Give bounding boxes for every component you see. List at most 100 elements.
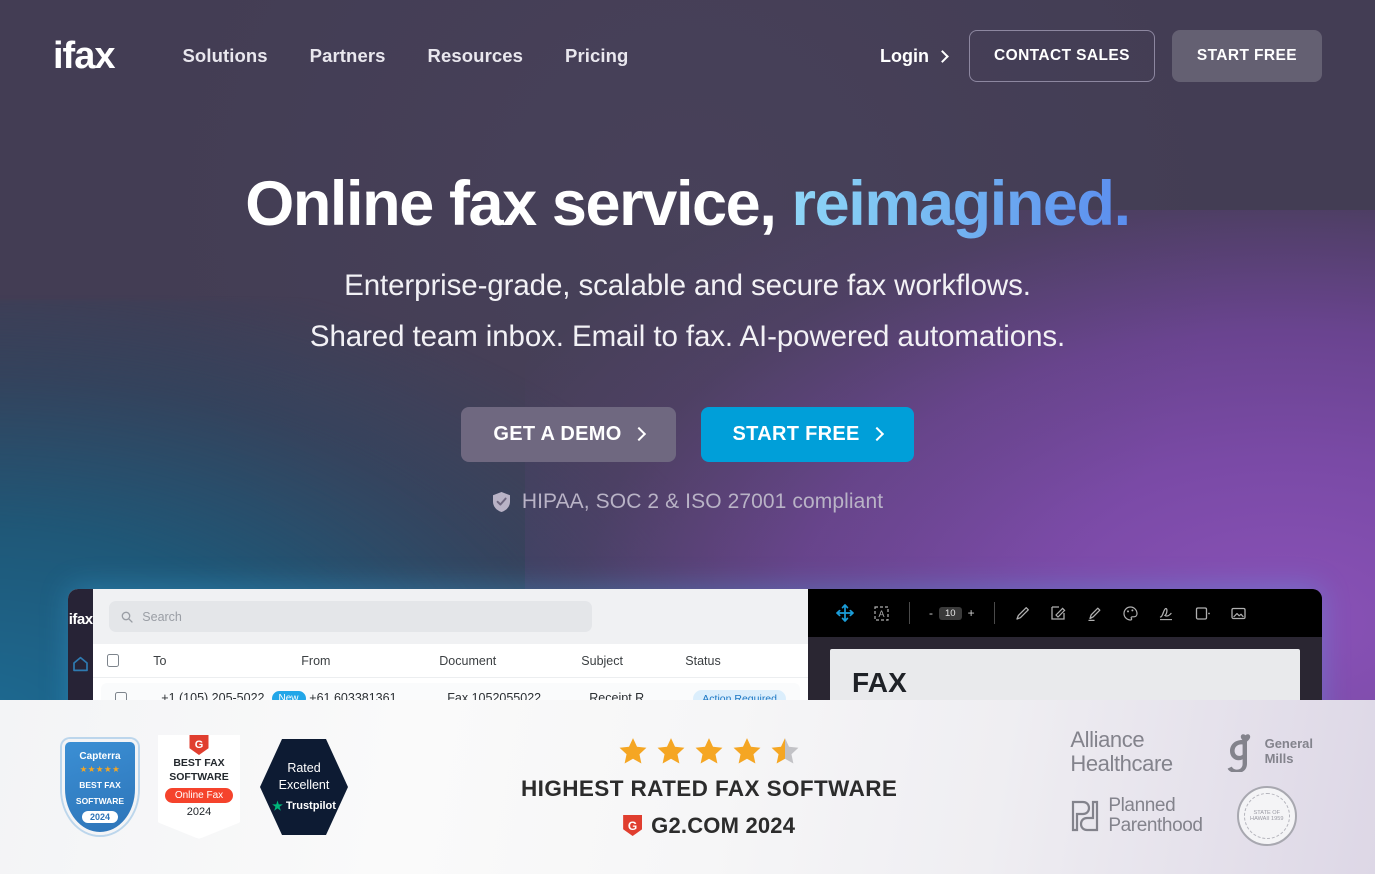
rating-source: G G2.COM 2024 [348, 813, 1070, 839]
home-icon[interactable] [72, 656, 89, 677]
trustpilot-line-1: Rated [287, 760, 321, 775]
general-mills-wordmark: General Mills [1264, 736, 1313, 767]
hero-cta-row: GET A DEMO START FREE [0, 406, 1375, 462]
star-rating [348, 736, 1070, 767]
fax-document-title: FAX [852, 667, 908, 698]
get-a-demo-button[interactable]: GET A DEMO [461, 406, 676, 462]
app-sidebar-logo: ifax [68, 611, 93, 628]
seal-text: STATE OF HAWAII 1959 [1250, 809, 1284, 823]
trustpilot-brand: ★ Trustpilot [272, 799, 336, 813]
chevron-right-icon [869, 426, 884, 442]
chevron-right-icon [936, 49, 949, 63]
annotate-tool-icon[interactable] [1050, 605, 1067, 622]
capterra-brand: Capterra [79, 751, 121, 762]
client-logo-general-mills: General Mills [1221, 732, 1313, 772]
trustpilot-star-icon: ★ [272, 799, 283, 814]
capterra-stars: ★★★★★ [79, 764, 121, 774]
g2-line-1: BEST FAX [173, 757, 225, 769]
client-logo-alliance-healthcare: Alliance Healthcare [1070, 726, 1202, 776]
nav-item-pricing[interactable]: Pricing [565, 45, 628, 67]
planned-parenthood-line-2: Parenthood [1108, 815, 1203, 837]
pen-tool-icon[interactable] [1014, 605, 1031, 622]
general-mills-line-2: Mills [1264, 751, 1294, 766]
search-icon [121, 611, 133, 623]
social-proof-bar: Capterra ★★★★★ BEST FAX SOFTWARE 2024 G … [0, 700, 1375, 874]
highlighter-tool-icon[interactable] [1086, 605, 1103, 622]
hero-sub-line-1: Enterprise-grade, scalable and secure fa… [344, 269, 1031, 303]
trustpilot-line-2: Excellent [278, 778, 330, 792]
svg-text:A: A [878, 609, 884, 619]
column-header-document[interactable]: Document [439, 654, 581, 668]
nav-item-partners[interactable]: Partners [310, 45, 386, 67]
zoom-control[interactable]: - 10 + [929, 606, 975, 620]
signature-tool-icon[interactable] [1158, 605, 1175, 622]
primary-navigation: Solutions Partners Resources Pricing [182, 45, 628, 67]
zoom-out-button[interactable]: - [929, 606, 933, 620]
shape-tool-icon[interactable] [1194, 605, 1211, 622]
column-header-from[interactable]: From [301, 654, 439, 668]
site-header: ifax Solutions Partners Resources Pricin… [0, 0, 1375, 112]
login-link[interactable]: Login [880, 46, 949, 67]
client-logos: Alliance Healthcare General Mills Planne… [1070, 726, 1313, 847]
ifax-logo[interactable]: ifax [53, 37, 115, 75]
client-logo-planned-parenthood: Planned Parenthood [1070, 795, 1203, 837]
start-free-header-button[interactable]: START FREE [1171, 30, 1322, 82]
zoom-level-value[interactable]: 10 [939, 606, 962, 620]
general-mills-line-1: General [1264, 736, 1313, 752]
nav-item-solutions[interactable]: Solutions [182, 45, 267, 67]
planned-parenthood-wordmark: Planned Parenthood [1108, 795, 1203, 837]
chevron-right-icon [631, 426, 646, 442]
image-tool-icon[interactable] [1230, 605, 1247, 622]
capterra-badge: Capterra ★★★★★ BEST FAX SOFTWARE 2024 [62, 739, 138, 835]
g2-line-2: SOFTWARE [169, 770, 229, 783]
table-header-row: To From Document Subject Status [93, 644, 808, 678]
toolbar-divider [909, 602, 910, 624]
zoom-in-button[interactable]: + [968, 606, 975, 620]
inbox-toolbar: Search [93, 589, 808, 644]
star-icon [695, 737, 723, 764]
header-actions: Login CONTACT SALES START FREE [880, 30, 1322, 82]
move-tool-icon[interactable] [836, 604, 854, 622]
hero-subheadline: Enterprise-grade, scalable and secure fa… [0, 261, 1375, 362]
column-header-to[interactable]: To [153, 654, 301, 668]
alliance-line-2: Healthcare [1070, 751, 1173, 776]
search-input[interactable]: Search [109, 601, 593, 632]
alliance-line-1: Alliance [1070, 726, 1145, 752]
trustpilot-badge: Rated Excellent ★ Trustpilot [260, 739, 348, 835]
hero-section: Online fax service, reimagined. Enterpri… [0, 112, 1375, 514]
text-box-tool-icon[interactable]: A [873, 605, 890, 622]
start-free-label: START FREE [732, 422, 860, 445]
capterra-year: 2024 [82, 811, 118, 824]
capterra-line-1: BEST FAX [79, 780, 121, 790]
general-mills-icon [1227, 734, 1250, 772]
capterra-line-2: SOFTWARE [75, 795, 125, 806]
g2-logo-icon: G [189, 735, 209, 755]
rating-source-label: G2.COM 2024 [651, 812, 796, 838]
g2-logo-icon: G [623, 815, 643, 836]
g2-badge: G BEST FAX SOFTWARE Online Fax 2024 [158, 735, 240, 839]
color-palette-icon[interactable] [1122, 605, 1139, 622]
planned-parenthood-icon [1072, 801, 1099, 832]
get-a-demo-label: GET A DEMO [493, 422, 622, 445]
planned-parenthood-line-1: Planned [1108, 795, 1176, 817]
column-header-status[interactable]: Status [685, 654, 794, 668]
rating-block: HIGHEST RATED FAX SOFTWARE G G2.COM 2024 [348, 736, 1070, 839]
toolbar-divider [993, 602, 995, 624]
star-icon [733, 737, 761, 764]
g2-category-pill: Online Fax [165, 788, 233, 804]
rating-headline: HIGHEST RATED FAX SOFTWARE [521, 775, 898, 801]
headline-plain: Online fax service, [245, 169, 777, 239]
headline-accent: reimagined. [791, 169, 1132, 239]
trustpilot-brand-label: Trustpilot [285, 800, 336, 813]
select-all-checkbox[interactable] [107, 654, 153, 667]
column-header-subject[interactable]: Subject [581, 654, 685, 668]
star-icon [619, 737, 647, 764]
nav-item-resources[interactable]: Resources [428, 45, 524, 67]
contact-sales-button[interactable]: CONTACT SALES [969, 30, 1155, 82]
star-icon [657, 737, 685, 764]
compliance-text: HIPAA, SOC 2 & ISO 27001 compliant [521, 489, 884, 513]
start-free-hero-button[interactable]: START FREE [700, 406, 914, 462]
award-badges: Capterra ★★★★★ BEST FAX SOFTWARE 2024 G … [62, 735, 348, 839]
star-half-icon [771, 737, 799, 764]
search-placeholder: Search [142, 609, 182, 624]
